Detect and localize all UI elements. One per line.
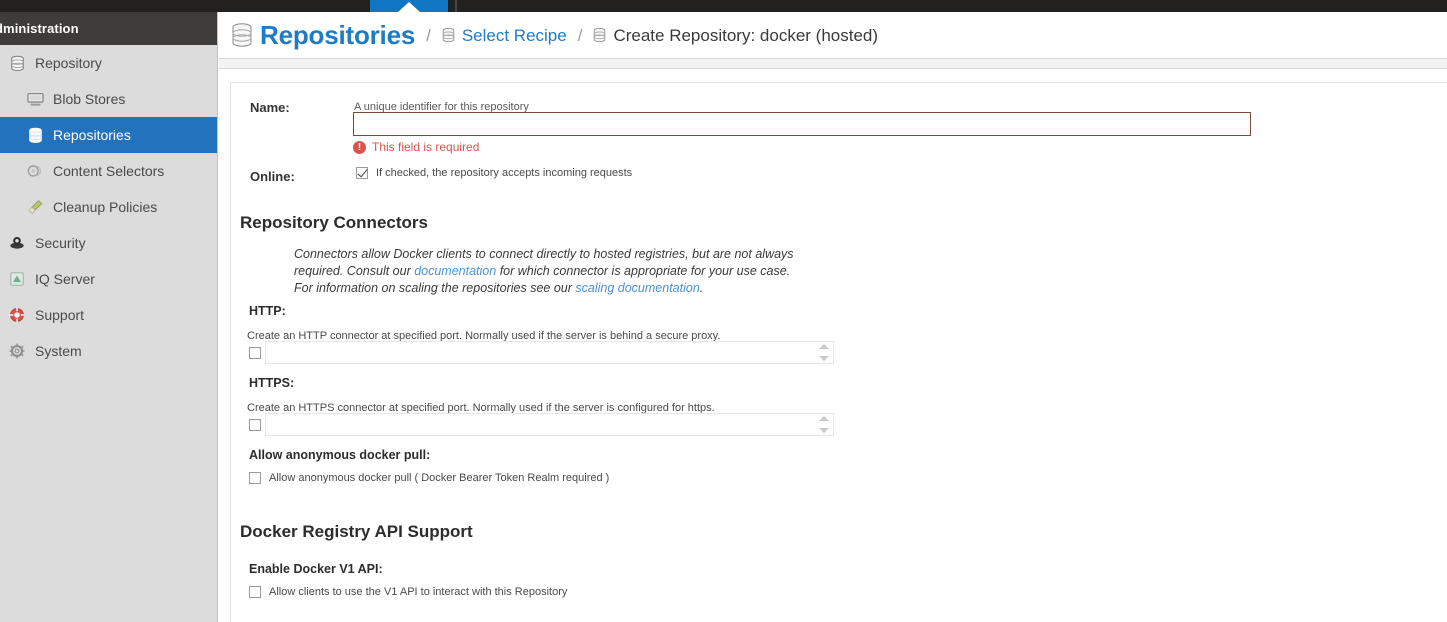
sidebar: dministration Repository Blob Stores Repos… [0,0,218,622]
exclamation-circle-icon: ! [353,140,366,154]
iq-icon [8,270,26,288]
http-enable-checkbox[interactable] [249,346,261,359]
name-input-wrap [353,112,1251,136]
database-icon [593,27,606,43]
name-input[interactable] [353,112,1251,136]
browser-top-bar [0,0,1447,12]
sidebar-item-label: Security [35,235,86,251]
online-label-cell: Online: [250,168,295,186]
breadcrumb: Repositories / Select Recipe / Create Re… [219,12,1447,58]
connectors-section-title: Repository Connectors [240,213,428,232]
database-icon [26,126,44,144]
sidebar-item-iq-server[interactable]: IQ Server [0,261,217,297]
sidebar-item-label: Blob Stores [53,91,126,107]
spinner-up-icon[interactable] [818,344,829,349]
broom-icon [26,198,44,216]
tab-caret-up-icon [398,2,420,12]
spinner-up-icon[interactable] [818,416,829,421]
sidebar-item-repositories[interactable]: Repositories [0,117,217,153]
online-checkbox[interactable] [356,167,368,179]
database-icon [231,23,253,47]
anonymous-pull-checkbox-label: Allow anonymous docker pull ( Docker Bea… [269,472,610,484]
sidebar-item-security[interactable]: Security [0,225,217,261]
v1-api-checkbox-label: Allow clients to use the V1 API to inter… [269,586,568,598]
breadcrumb-select-recipe[interactable]: Select Recipe [442,27,567,44]
sidebar-item-blob-stores[interactable]: Blob Stores [0,81,217,117]
http-port-spinner[interactable] [818,344,829,361]
sidebar-item-label: IQ Server [35,271,95,287]
http-port-field [265,341,834,364]
https-port-row [249,413,834,436]
anonymous-pull-checkbox[interactable] [249,472,261,484]
breadcrumb-select-recipe-label: Select Recipe [461,25,567,45]
sidebar-header-title: dministration [0,21,79,36]
http-port-row [249,341,834,364]
database-icon [442,27,455,43]
api-support-section-title: Docker Registry API Support [240,522,473,541]
breadcrumb-separator-1: / [426,25,431,45]
tab-separator [455,0,457,12]
v1-api-label: Enable Docker V1 API: [249,562,383,576]
anonymous-pull-checkbox-row: Allow anonymous docker pull ( Docker Bea… [249,472,609,484]
anonymous-pull-label: Allow anonymous docker pull: [249,448,431,462]
sidebar-item-cleanup-policies[interactable]: Cleanup Policies [0,189,217,225]
scaling-documentation-link[interactable]: scaling documentation [575,281,699,295]
name-field-label: Name: [250,100,290,115]
sidebar-item-system[interactable]: System [0,333,217,369]
sidebar-item-label: System [35,343,82,359]
v1-api-checkbox[interactable] [249,586,261,598]
spinner-down-icon[interactable] [818,428,829,433]
name-error-label: This field is required [372,140,480,154]
https-port-input[interactable] [266,414,833,435]
sidebar-item-label: Repository [35,55,102,71]
breadcrumb-current-label: Create Repository: docker (hosted) [613,25,879,45]
https-port-field [265,413,834,436]
breadcrumb-current: Create Repository: docker (hosted) [593,27,878,44]
sidebar-item-label: Cleanup Policies [53,199,158,215]
repository-form-panel: Name: A unique identifier for this repos… [230,82,1447,622]
sidebar-item-label: Support [35,307,85,323]
breadcrumb-root-label: Repositories [260,20,416,50]
toolbar-strip [219,58,1447,69]
selector-icon [26,162,44,180]
online-field-label: Online: [250,169,295,184]
database-icon [8,54,26,72]
online-checkbox-label: If checked, the repository accepts incom… [376,167,633,179]
name-label-cell: Name: [250,99,290,117]
breadcrumb-separator-2: / [577,25,583,45]
spinner-down-icon[interactable] [818,356,829,361]
v1-api-checkbox-row: Allow clients to use the V1 API to inter… [249,586,567,598]
sidebar-nav: Repository Blob Stores Repositories Content… [0,45,217,369]
sidebar-item-support[interactable]: Support [0,297,217,333]
http-port-input[interactable] [266,342,833,363]
breadcrumb-root[interactable]: Repositories [231,22,415,48]
sidebar-item-label: Repositories [53,127,131,143]
connectors-description: Connectors allow Docker clients to conne… [294,246,794,297]
http-label: HTTP: [249,304,286,318]
name-error: ! This field is required [353,140,479,154]
online-checkbox-row: If checked, the repository accepts incom… [356,167,632,179]
sidebar-item-label: Content Selectors [53,163,165,179]
https-port-spinner[interactable] [818,416,829,433]
connectors-desc-part3: . [699,281,704,295]
shield-icon [8,234,26,252]
sidebar-item-content-selectors[interactable]: Content Selectors [0,153,217,189]
storage-icon [26,90,44,108]
https-label: HTTPS: [249,376,295,390]
documentation-link[interactable]: documentation [414,264,496,278]
gear-icon [8,342,26,360]
lifering-icon [8,306,26,324]
main-content: Repositories / Select Recipe / Create Re… [219,12,1447,622]
https-enable-checkbox[interactable] [249,418,261,431]
sidebar-item-repository[interactable]: Repository [0,45,217,81]
